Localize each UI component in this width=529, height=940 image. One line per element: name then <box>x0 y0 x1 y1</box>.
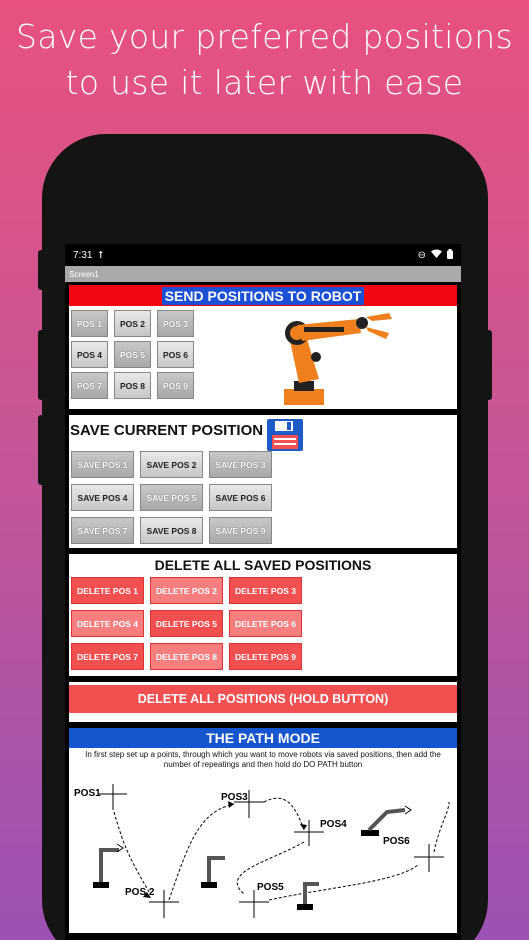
path-label-pos6: POS6 <box>383 836 410 847</box>
delete-pos-3-button[interactable]: DELETE POS 3 <box>229 577 302 604</box>
app-bar: Screen1 <box>65 266 461 282</box>
delete-pos-1-button[interactable]: DELETE POS 1 <box>71 577 144 604</box>
save-buttons-grid: SAVE POS 1 SAVE POS 2 SAVE POS 3 SAVE PO… <box>69 451 457 544</box>
path-label-pos3: POS3 <box>221 792 248 803</box>
send-positions-header: SEND POSITIONS TO ROBOT <box>69 285 457 306</box>
send-positions-title: SEND POSITIONS TO ROBOT <box>161 286 365 305</box>
status-bar: 7:31 ⭡ ⊖ <box>65 244 461 266</box>
path-mode-title: THE PATH MODE <box>206 730 320 746</box>
pos-5-button[interactable]: POS 5 <box>114 341 151 368</box>
floppy-disk-icon <box>267 419 304 451</box>
pos-8-button[interactable]: POS 8 <box>114 372 151 399</box>
upload-icon: ⭡ <box>98 249 104 261</box>
headline: Save your preferred positions to use it … <box>16 17 513 102</box>
path-mode-panel: THE PATH MODE In first step set up a poi… <box>69 728 457 933</box>
path-diagram <box>93 784 450 918</box>
delete-pos-8-button[interactable]: DELETE POS 8 <box>150 643 223 670</box>
save-pos-2-button[interactable]: SAVE POS 2 <box>140 451 203 478</box>
robot-arm-image <box>284 313 392 405</box>
delete-pos-6-button[interactable]: DELETE POS 6 <box>229 610 302 637</box>
main-content: SEND POSITIONS TO ROBOT POS 1 POS 2 POS … <box>65 282 461 933</box>
delete-pos-9-button[interactable]: DELETE POS 9 <box>229 643 302 670</box>
delete-pos-7-button[interactable]: DELETE POS 7 <box>71 643 144 670</box>
clock: 7:31 <box>73 249 93 261</box>
wifi-icon <box>431 249 442 261</box>
send-buttons-grid: POS 1 POS 2 POS 3 POS 4 POS 5 POS 6 POS … <box>69 306 457 399</box>
pos-6-button[interactable]: POS 6 <box>157 341 194 368</box>
delete-buttons-grid: DELETE POS 1 DELETE POS 2 DELETE POS 3 D… <box>69 577 457 670</box>
path-label-pos2: POS 2 <box>125 887 155 898</box>
delete-positions-title: DELETE ALL SAVED POSITIONS <box>154 557 372 573</box>
path-label-pos4: POS4 <box>320 819 347 830</box>
save-pos-5-button[interactable]: SAVE POS 5 <box>140 484 203 511</box>
save-pos-4-button[interactable]: SAVE POS 4 <box>71 484 134 511</box>
path-label-pos1: POS1 <box>74 788 101 799</box>
delete-pos-5-button[interactable]: DELETE POS 5 <box>150 610 223 637</box>
pos-9-button[interactable]: POS 9 <box>157 372 194 399</box>
pos-1-button[interactable]: POS 1 <box>71 310 108 337</box>
delete-all-panel: DELETE ALL POSITIONS (HOLD BUTTON) <box>69 682 457 722</box>
phone-screen: 7:31 ⭡ ⊖ Screen1 SEND POSITIONS TO ROBOT… <box>65 244 461 940</box>
app-title: Screen1 <box>69 269 99 279</box>
save-position-title: SAVE CURRENT POSITION <box>70 422 264 439</box>
save-pos-3-button[interactable]: SAVE POS 3 <box>209 451 272 478</box>
dnd-icon: ⊖ <box>417 249 426 261</box>
save-pos-9-button[interactable]: SAVE POS 9 <box>209 517 272 544</box>
delete-pos-2-button[interactable]: DELETE POS 2 <box>150 577 223 604</box>
path-mode-header: THE PATH MODE <box>69 728 457 748</box>
pos-3-button[interactable]: POS 3 <box>157 310 194 337</box>
save-pos-6-button[interactable]: SAVE POS 6 <box>209 484 272 511</box>
delete-positions-panel: DELETE ALL SAVED POSITIONS DELETE POS 1 … <box>69 554 457 676</box>
mini-robot <box>93 843 124 888</box>
save-pos-8-button[interactable]: SAVE POS 8 <box>140 517 203 544</box>
path-label-pos5: POS5 <box>257 882 284 893</box>
save-pos-1-button[interactable]: SAVE POS 1 <box>71 451 134 478</box>
path-mode-description: In first step set up a points, through w… <box>85 750 441 769</box>
send-positions-panel: SEND POSITIONS TO ROBOT POS 1 POS 2 POS … <box>69 285 457 409</box>
save-position-panel: SAVE CURRENT POSITION SAVE POS 1 SAVE PO… <box>69 415 457 548</box>
pos-4-button[interactable]: POS 4 <box>71 341 108 368</box>
battery-icon <box>447 248 453 262</box>
pos-2-button[interactable]: POS 2 <box>114 310 151 337</box>
pos-7-button[interactable]: POS 7 <box>71 372 108 399</box>
save-pos-7-button[interactable]: SAVE POS 7 <box>71 517 134 544</box>
delete-pos-4-button[interactable]: DELETE POS 4 <box>71 610 144 637</box>
delete-all-positions-button[interactable]: DELETE ALL POSITIONS (HOLD BUTTON) <box>69 685 457 713</box>
